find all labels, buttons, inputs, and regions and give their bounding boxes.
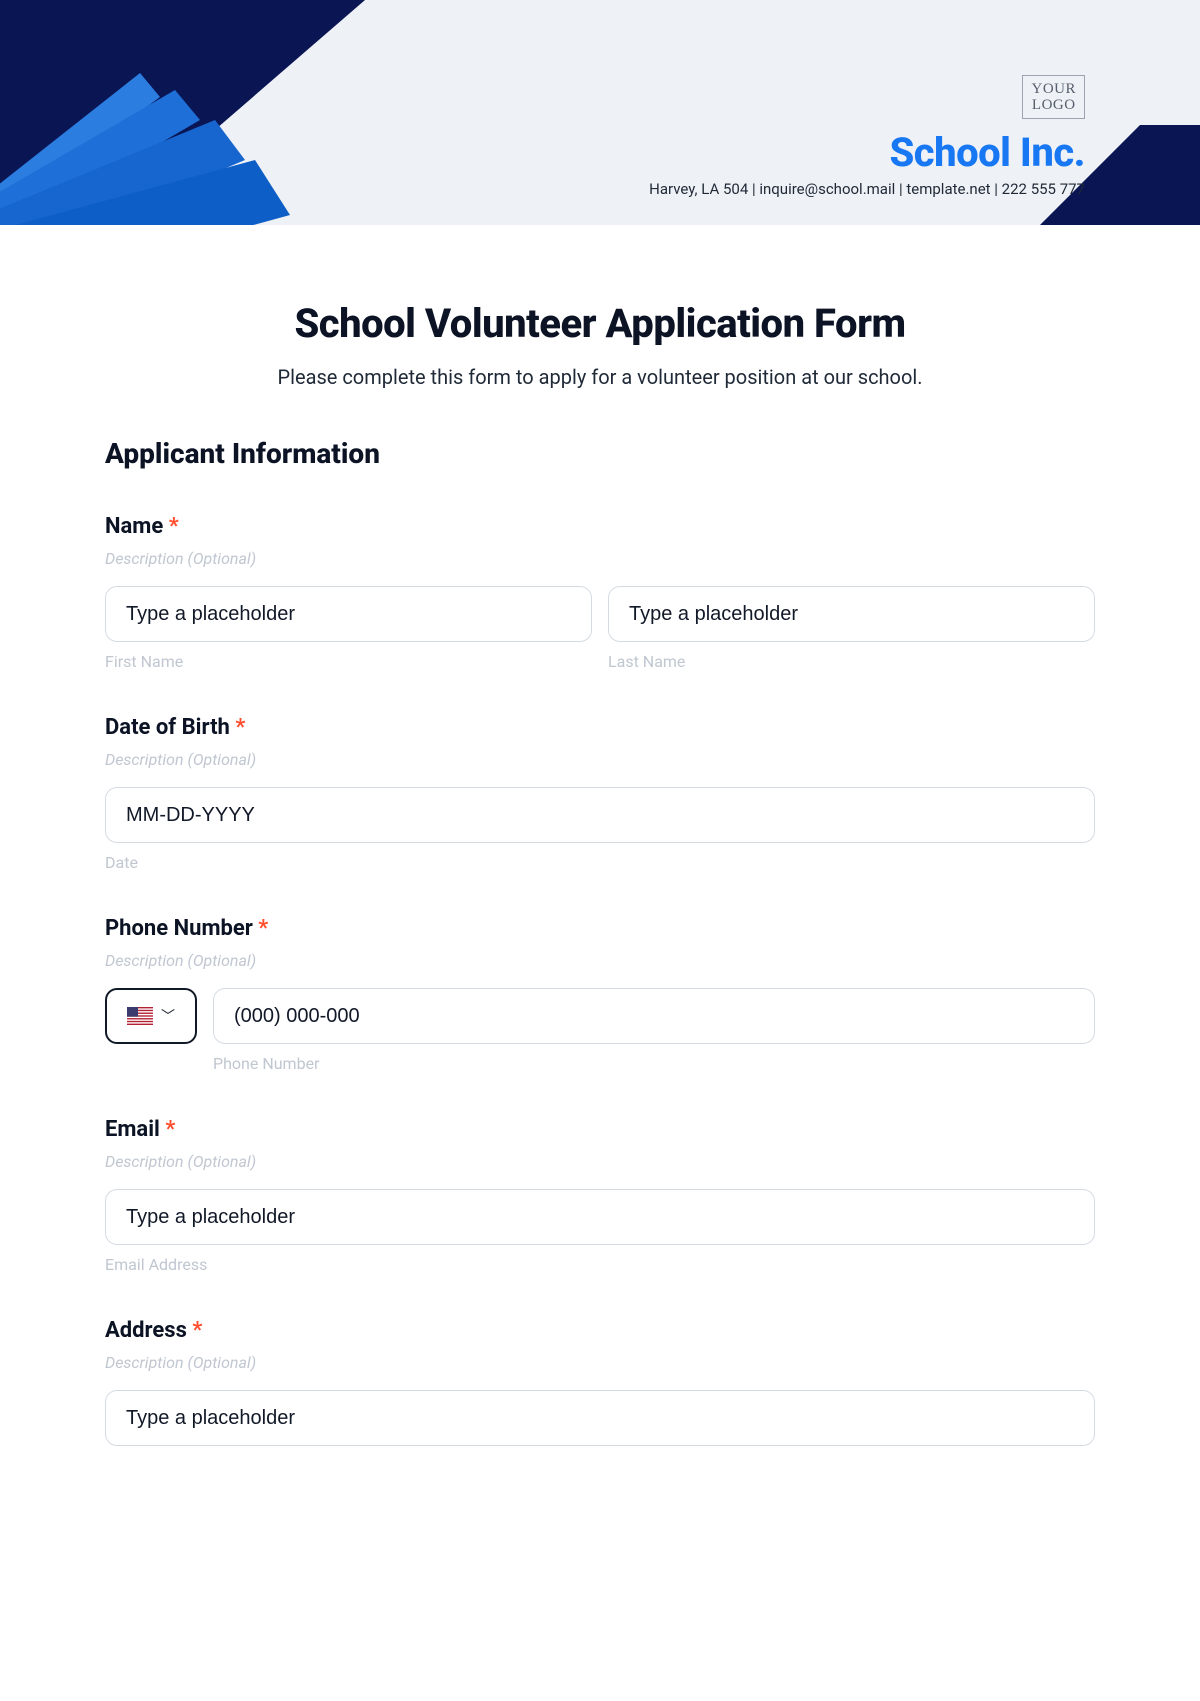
- label-name: Name *: [105, 514, 1095, 539]
- logo-line1: YOUR: [1031, 82, 1076, 98]
- form-subtitle: Please complete this form to apply for a…: [105, 365, 1095, 389]
- email-sublabel: Email Address: [105, 1255, 1095, 1274]
- contact-line: Harvey, LA 504 | inquire@school.mail | t…: [649, 180, 1085, 198]
- school-name: School Inc.: [649, 129, 1085, 176]
- required-asterisk: *: [169, 514, 179, 539]
- phone-input[interactable]: [213, 988, 1095, 1044]
- label-phone: Phone Number *: [105, 916, 1095, 941]
- form-title: School Volunteer Application Form: [105, 300, 1095, 347]
- label-email: Email *: [105, 1117, 1095, 1142]
- address-input[interactable]: [105, 1390, 1095, 1446]
- phone-sublabel: Phone Number: [213, 1054, 1095, 1073]
- field-name: Name * Description (Optional) First Name…: [105, 514, 1095, 671]
- required-asterisk: *: [192, 1318, 202, 1343]
- email-input[interactable]: [105, 1189, 1095, 1245]
- label-email-text: Email: [105, 1117, 160, 1142]
- desc-address: Description (Optional): [105, 1353, 1095, 1372]
- label-name-text: Name: [105, 514, 163, 539]
- dob-input[interactable]: [105, 787, 1095, 843]
- required-asterisk: *: [165, 1117, 175, 1142]
- label-address-text: Address: [105, 1318, 187, 1343]
- section-applicant-info: Applicant Information: [105, 437, 1095, 470]
- desc-name: Description (Optional): [105, 549, 1095, 568]
- header-right-block: YOUR LOGO School Inc. Harvey, LA 504 | i…: [649, 75, 1085, 198]
- form-content: School Volunteer Application Form Please…: [0, 225, 1200, 1446]
- required-asterisk: *: [258, 916, 268, 941]
- logo-line2: LOGO: [1031, 98, 1076, 114]
- last-name-input[interactable]: [608, 586, 1095, 642]
- label-address: Address *: [105, 1318, 1095, 1343]
- burst-graphic: [0, 65, 300, 225]
- desc-phone: Description (Optional): [105, 951, 1095, 970]
- first-name-sublabel: First Name: [105, 652, 592, 671]
- desc-dob: Description (Optional): [105, 750, 1095, 769]
- label-dob: Date of Birth *: [105, 715, 1095, 740]
- label-phone-text: Phone Number: [105, 916, 253, 941]
- chevron-down-icon: ﹀: [161, 1006, 175, 1026]
- country-code-select[interactable]: ﹀: [105, 988, 197, 1044]
- label-dob-text: Date of Birth: [105, 715, 230, 740]
- desc-email: Description (Optional): [105, 1152, 1095, 1171]
- field-email: Email * Description (Optional) Email Add…: [105, 1117, 1095, 1274]
- first-name-input[interactable]: [105, 586, 592, 642]
- last-name-sublabel: Last Name: [608, 652, 1095, 671]
- field-dob: Date of Birth * Description (Optional) D…: [105, 715, 1095, 872]
- us-flag-icon: [127, 1007, 153, 1025]
- document-header: YOUR LOGO School Inc. Harvey, LA 504 | i…: [0, 0, 1200, 225]
- required-asterisk: *: [235, 715, 245, 740]
- logo-placeholder: YOUR LOGO: [1022, 75, 1085, 119]
- dob-sublabel: Date: [105, 853, 1095, 872]
- field-address: Address * Description (Optional): [105, 1318, 1095, 1446]
- field-phone: Phone Number * Description (Optional) ﹀ …: [105, 916, 1095, 1073]
